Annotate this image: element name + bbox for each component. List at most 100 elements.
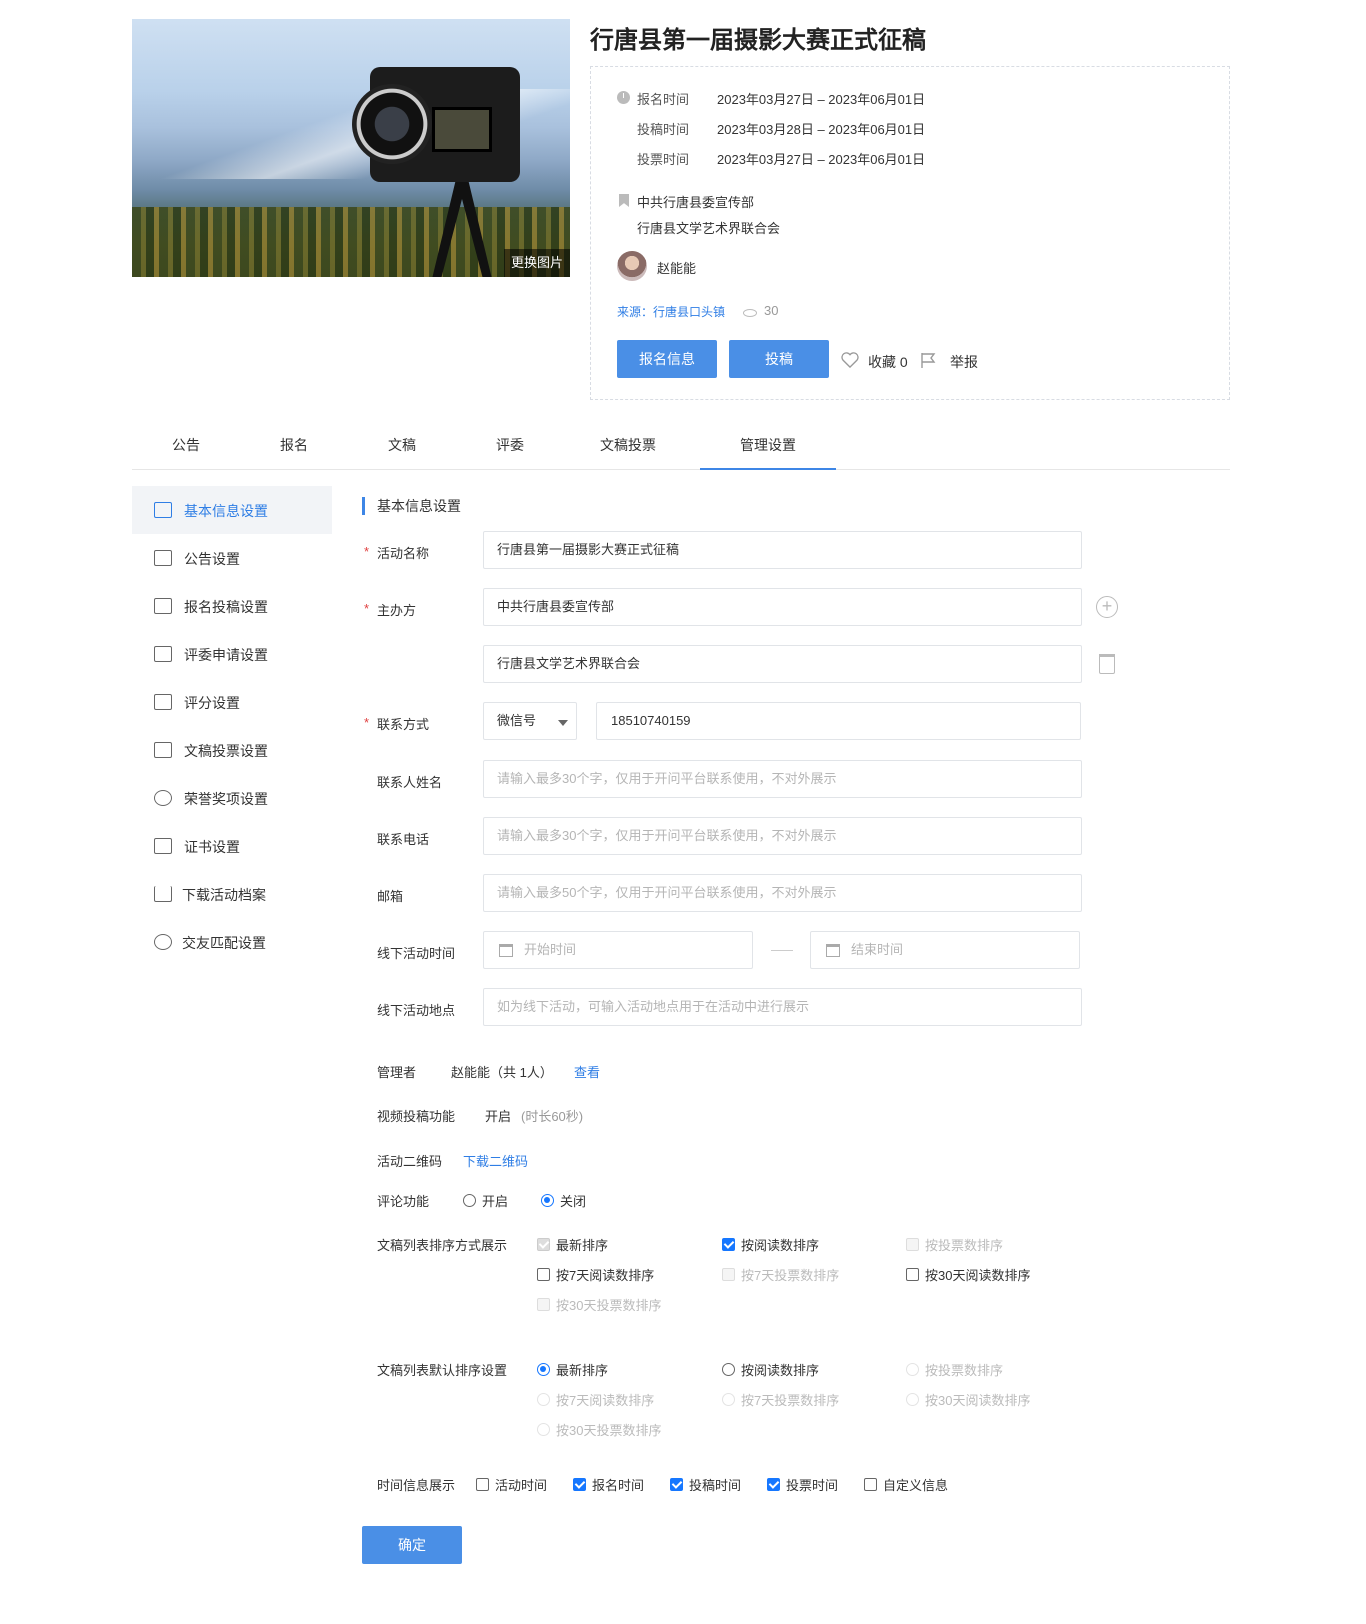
sidebar-item-basic-info[interactable]: 基本信息设置: [132, 486, 332, 534]
tab-article-voting[interactable]: 文稿投票: [584, 420, 672, 470]
sidebar-item-awards[interactable]: 荣誉奖项设置: [132, 774, 332, 822]
activity-name-input[interactable]: 行唐县第一届摄影大赛正式征稿: [483, 531, 1082, 569]
source-label: 来源：: [617, 305, 654, 319]
end-time-input[interactable]: 结束时间: [810, 931, 1080, 969]
comment-on-radio[interactable]: 开启: [463, 1191, 508, 1210]
video-label: 视频投稿功能: [377, 1109, 456, 1124]
chevron-down-icon: [558, 720, 568, 726]
required-mark: *: [364, 544, 370, 559]
sort-default-latest[interactable]: 最新排序: [537, 1360, 608, 1379]
time-display-custom[interactable]: 自定义信息: [864, 1475, 948, 1494]
time-display-activity[interactable]: 活动时间: [476, 1475, 547, 1494]
document-icon: [154, 694, 172, 710]
sort-default-read[interactable]: 按阅读数排序: [722, 1360, 819, 1379]
admin-view-link[interactable]: 查看: [574, 1062, 600, 1081]
offline-place-label: 线下活动地点: [377, 1003, 456, 1018]
video-value: 开启: [485, 1109, 512, 1124]
cover-image: 更换图片: [132, 19, 570, 277]
tab-management-settings[interactable]: 管理设置: [700, 420, 836, 470]
sidebar-item-certificate[interactable]: 证书设置: [132, 822, 332, 870]
sort-display-7d-vote: 按7天投票数排序: [722, 1265, 839, 1284]
trash-icon[interactable]: [1099, 654, 1115, 674]
tab-bar: 公告 报名 文稿 评委 文稿投票 管理设置: [132, 420, 1230, 470]
time-display-label: 时间信息展示: [377, 1478, 456, 1493]
sort-display-label: 文稿列表排序方式展示: [377, 1238, 508, 1253]
calendar-icon: [499, 944, 513, 957]
tab-articles[interactable]: 文稿: [368, 420, 436, 470]
sidebar-item-friend-match[interactable]: 交友匹配设置: [132, 918, 332, 966]
sort-display-vote: 按投票数排序: [906, 1235, 1003, 1254]
sidebar-item-scoring[interactable]: 评分设置: [132, 678, 332, 726]
offline-place-input[interactable]: 如为线下活动，可输入活动地点用于在活动中进行展示: [483, 988, 1082, 1026]
sidebar-item-judge-apply[interactable]: 评委申请设置: [132, 630, 332, 678]
signup-time-label: 报名时间: [637, 92, 690, 107]
sort-default-label: 文稿列表默认排序设置: [377, 1363, 508, 1378]
download-icon: [154, 886, 172, 902]
submit-time-label: 投稿时间: [637, 122, 690, 137]
offline-time-label: 线下活动时间: [377, 946, 456, 961]
sidebar-item-signup-submit[interactable]: 报名投稿设置: [132, 582, 332, 630]
flag-icon[interactable]: [920, 352, 936, 368]
sort-display-30d-read[interactable]: 按30天阅读数排序: [906, 1265, 1030, 1284]
change-image-button[interactable]: 更换图片: [504, 249, 570, 277]
contact-label: 联系方式: [377, 717, 430, 732]
contact-value-input[interactable]: 18510740159: [596, 702, 1081, 740]
time-display-vote[interactable]: 投票时间: [767, 1475, 838, 1494]
people-icon: [154, 934, 172, 950]
add-host-icon[interactable]: +: [1096, 596, 1118, 618]
tab-signup[interactable]: 报名: [260, 420, 328, 470]
sidebar-item-article-voting[interactable]: 文稿投票设置: [132, 726, 332, 774]
time-display-submit[interactable]: 投稿时间: [670, 1475, 741, 1494]
activity-name-label: 活动名称: [377, 546, 430, 561]
host-label: 主办方: [377, 603, 417, 618]
host-input-2[interactable]: 行唐县文学艺术界联合会: [483, 645, 1082, 683]
download-qr-link[interactable]: 下载二维码: [463, 1151, 528, 1170]
host-input-1[interactable]: 中共行唐县委宣传部: [483, 588, 1082, 626]
confirm-button[interactable]: 确定: [362, 1526, 462, 1564]
sort-default-7d-vote: 按7天投票数排序: [722, 1390, 839, 1409]
time-display-signup[interactable]: 报名时间: [573, 1475, 644, 1494]
clock-icon: [617, 91, 630, 104]
sort-display-30d-vote: 按30天投票数排序: [537, 1295, 661, 1314]
section-title: 基本信息设置: [362, 497, 461, 515]
calendar-icon: [826, 944, 840, 957]
medal-icon: [154, 790, 172, 806]
start-time-input[interactable]: 开始时间: [483, 931, 753, 969]
form-icon: [154, 646, 172, 662]
comment-off-radio[interactable]: 关闭: [541, 1191, 586, 1210]
tab-announcement[interactable]: 公告: [152, 420, 220, 470]
page-title: 行唐县第一届摄影大赛正式征稿: [590, 27, 926, 54]
email-input[interactable]: 请输入最多50个字，仅用于开问平台联系使用，不对外展示: [483, 874, 1082, 912]
vote-time-value: 2023年03月27日 – 2023年06月01日: [717, 152, 926, 167]
sidebar-item-download-archive[interactable]: 下载活动档案: [132, 870, 332, 918]
organizer-2: 行唐县文学艺术界联合会: [637, 221, 781, 236]
avatar[interactable]: [617, 251, 647, 281]
briefcase-icon: [154, 550, 172, 566]
favorite-button[interactable]: 收藏 0: [868, 352, 908, 372]
sort-default-vote: 按投票数排序: [906, 1360, 1003, 1379]
view-count: 30: [764, 303, 779, 318]
author-name[interactable]: 赵能能: [657, 258, 696, 277]
crown-icon: [154, 742, 172, 758]
signup-time-value: 2023年03月27日 – 2023年06月01日: [717, 92, 926, 107]
range-separator: [771, 950, 793, 951]
sidebar-item-announcement[interactable]: 公告设置: [132, 534, 332, 582]
signup-info-button[interactable]: 报名信息: [617, 340, 717, 378]
certificate-icon: [154, 838, 172, 854]
source-link[interactable]: 行唐县口头镇: [653, 303, 725, 320]
sort-default-30d-read: 按30天阅读数排序: [906, 1390, 1030, 1409]
sort-display-read[interactable]: 按阅读数排序: [722, 1235, 819, 1254]
phone-label: 联系电话: [377, 832, 430, 847]
sort-display-7d-read[interactable]: 按7天阅读数排序: [537, 1265, 654, 1284]
sort-default-30d-vote: 按30天投票数排序: [537, 1420, 661, 1439]
tab-judges[interactable]: 评委: [476, 420, 544, 470]
admin-value: 赵能能（共 1人）: [451, 1065, 553, 1080]
contact-name-input[interactable]: 请输入最多30个字，仅用于开问平台联系使用，不对外展示: [483, 760, 1082, 798]
report-button[interactable]: 举报: [950, 352, 978, 372]
heart-icon[interactable]: [841, 352, 859, 368]
comment-label: 评论功能: [377, 1194, 430, 1209]
submit-button[interactable]: 投稿: [729, 340, 829, 378]
email-label: 邮箱: [377, 889, 404, 904]
phone-input[interactable]: 请输入最多30个字，仅用于开问平台联系使用，不对外展示: [483, 817, 1082, 855]
id-card-icon: [154, 598, 172, 614]
